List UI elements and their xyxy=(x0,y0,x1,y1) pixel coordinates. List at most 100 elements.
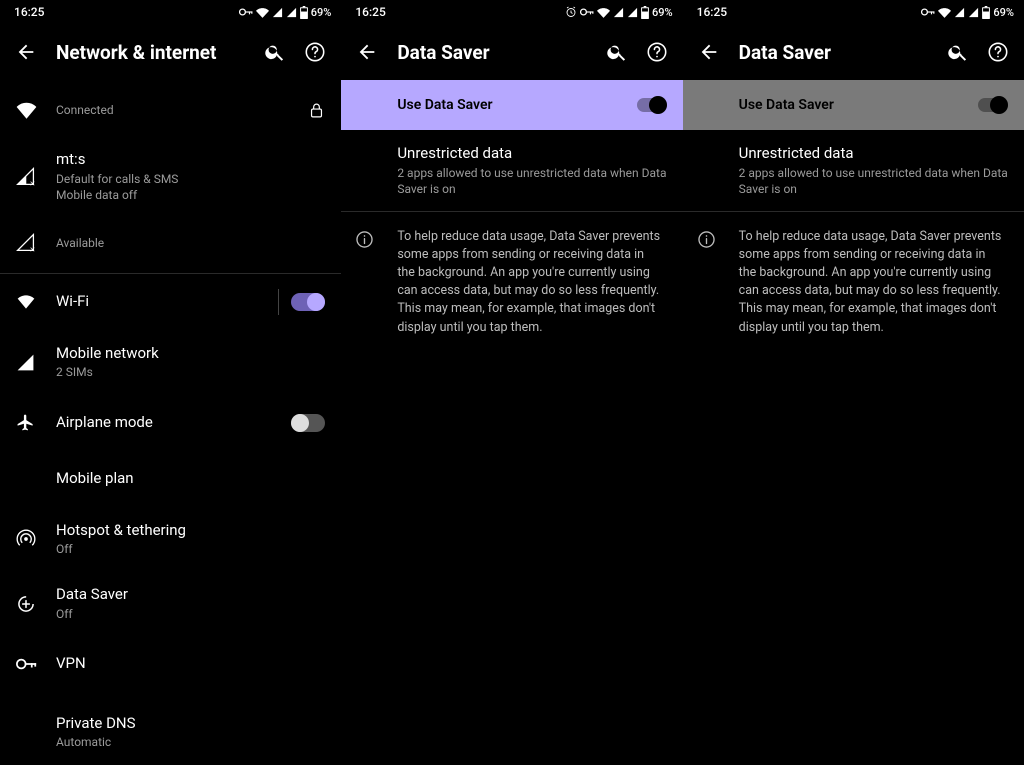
signal-icon-1 xyxy=(613,7,624,18)
data-saver-sub: Off xyxy=(56,606,325,622)
signal-partial-icon: ✕ xyxy=(16,167,35,186)
row-hotspot[interactable]: Hotspot & tethering Off xyxy=(0,507,341,572)
page-title: Data Saver xyxy=(397,41,596,64)
airplane-label: Airplane mode xyxy=(56,413,283,433)
row-mobile-network[interactable]: Mobile network 2 SIMs xyxy=(0,330,341,395)
search-button[interactable] xyxy=(597,32,637,72)
use-data-saver-switch[interactable] xyxy=(978,98,1008,112)
screen-data-saver-inactive: 16:25 69% Data Saver Use Data Saver Unre… xyxy=(683,0,1024,740)
toolbar: Network & internet xyxy=(0,24,341,80)
unrestricted-sub: 2 apps allowed to use unrestricted data … xyxy=(397,165,666,197)
hotspot-sub: Off xyxy=(56,541,325,557)
unrestricted-sub: 2 apps allowed to use unrestricted data … xyxy=(739,165,1008,197)
battery-icon xyxy=(982,6,990,19)
back-arrow-icon xyxy=(15,41,37,63)
use-data-saver-label: Use Data Saver xyxy=(397,97,636,113)
unrestricted-label: Unrestricted data xyxy=(397,144,666,164)
row-wifi[interactable]: Wi-Fi xyxy=(0,274,341,330)
status-bar: 16:25 69% xyxy=(0,0,341,24)
info-text: To help reduce data usage, Data Saver pr… xyxy=(739,228,1008,337)
page-title: Network & internet xyxy=(56,41,255,64)
svg-text:✕: ✕ xyxy=(29,245,35,252)
vpn-key-icon xyxy=(239,7,253,17)
settings-list: Connected ✕ mt:s Default for calls & SMS… xyxy=(0,80,341,765)
help-icon xyxy=(987,41,1009,63)
search-button[interactable] xyxy=(938,32,978,72)
hotspot-label: Hotspot & tethering xyxy=(56,521,325,541)
signal-icon-2 xyxy=(627,7,638,18)
row-airplane-mode[interactable]: Airplane mode xyxy=(0,395,341,451)
help-button[interactable] xyxy=(637,32,677,72)
search-icon xyxy=(606,41,628,63)
back-button[interactable] xyxy=(689,32,729,72)
back-button[interactable] xyxy=(347,32,387,72)
private-dns-label: Private DNS xyxy=(56,714,325,734)
data-saver-icon xyxy=(16,594,36,614)
wifi-status: Connected xyxy=(56,102,300,118)
row-wifi-connected[interactable]: Connected xyxy=(0,80,341,136)
status-battery-pct: 69% xyxy=(652,6,673,19)
airplane-icon xyxy=(16,413,35,432)
row-mobile-plan[interactable]: Mobile plan xyxy=(0,451,341,507)
row-vpn[interactable]: VPN xyxy=(0,636,341,692)
svg-text:✕: ✕ xyxy=(29,179,35,186)
info-row: To help reduce data usage, Data Saver pr… xyxy=(341,212,682,353)
use-data-saver-switch[interactable] xyxy=(637,98,667,112)
unrestricted-label: Unrestricted data xyxy=(739,144,1008,164)
status-bar: 16:25 69% xyxy=(683,0,1024,24)
status-icons: 69% xyxy=(921,6,1014,19)
hotspot-icon xyxy=(16,529,36,549)
status-time: 16:25 xyxy=(697,5,727,19)
info-icon xyxy=(355,230,374,249)
help-button[interactable] xyxy=(295,32,335,72)
vpn-key-icon xyxy=(16,658,37,670)
sim-name: mt:s xyxy=(56,150,325,170)
row-available[interactable]: ✕ Available xyxy=(0,217,341,273)
wifi-icon xyxy=(16,292,36,312)
screen-network-internet: 16:25 69% Network & internet Connected xyxy=(0,0,341,740)
vpn-key-icon xyxy=(580,7,594,17)
back-button[interactable] xyxy=(6,32,46,72)
status-time: 16:25 xyxy=(14,5,44,19)
search-icon xyxy=(264,41,286,63)
status-bar: 16:25 69% xyxy=(341,0,682,24)
row-unrestricted-data[interactable]: Unrestricted data 2 apps allowed to use … xyxy=(683,130,1024,211)
row-data-saver[interactable]: Data Saver Off xyxy=(0,571,341,636)
row-unrestricted-data[interactable]: Unrestricted data 2 apps allowed to use … xyxy=(341,130,682,211)
data-saver-label: Data Saver xyxy=(56,585,325,605)
wifi-icon xyxy=(16,100,37,121)
wifi-label: Wi-Fi xyxy=(56,292,278,312)
wifi-icon xyxy=(256,6,269,19)
back-arrow-icon xyxy=(698,41,720,63)
help-icon xyxy=(646,41,668,63)
help-icon xyxy=(304,41,326,63)
signal-icon-1 xyxy=(954,7,965,18)
battery-icon xyxy=(300,6,308,19)
info-row: To help reduce data usage, Data Saver pr… xyxy=(683,212,1024,353)
search-button[interactable] xyxy=(255,32,295,72)
mobile-network-label: Mobile network xyxy=(56,344,325,364)
screen-data-saver-active: 16:25 69% Data Saver Use Data Saver Unre… xyxy=(341,0,682,740)
status-icons: 69% xyxy=(239,6,332,19)
toolbar: Data Saver xyxy=(683,24,1024,80)
page-title: Data Saver xyxy=(739,41,938,64)
use-data-saver-toggle-row[interactable]: Use Data Saver xyxy=(683,80,1024,130)
row-sim-mts[interactable]: ✕ mt:s Default for calls & SMS Mobile da… xyxy=(0,136,341,217)
private-dns-sub: Automatic xyxy=(56,734,325,750)
status-time: 16:25 xyxy=(355,5,385,19)
info-icon xyxy=(697,230,716,249)
status-battery-pct: 69% xyxy=(993,6,1014,19)
signal-icon-2 xyxy=(968,7,979,18)
row-private-dns[interactable]: Private DNS Automatic xyxy=(0,692,341,765)
help-button[interactable] xyxy=(978,32,1018,72)
use-data-saver-toggle-row[interactable]: Use Data Saver xyxy=(341,80,682,130)
airplane-toggle[interactable] xyxy=(291,414,325,432)
status-icons: 69% xyxy=(565,6,673,19)
lock-icon xyxy=(308,102,325,119)
wifi-icon xyxy=(938,6,951,19)
wifi-toggle[interactable] xyxy=(291,293,325,311)
signal-full-icon xyxy=(16,353,35,372)
info-text: To help reduce data usage, Data Saver pr… xyxy=(397,228,666,337)
mobile-network-sub: 2 SIMs xyxy=(56,364,325,380)
signal-icon-2 xyxy=(286,7,297,18)
